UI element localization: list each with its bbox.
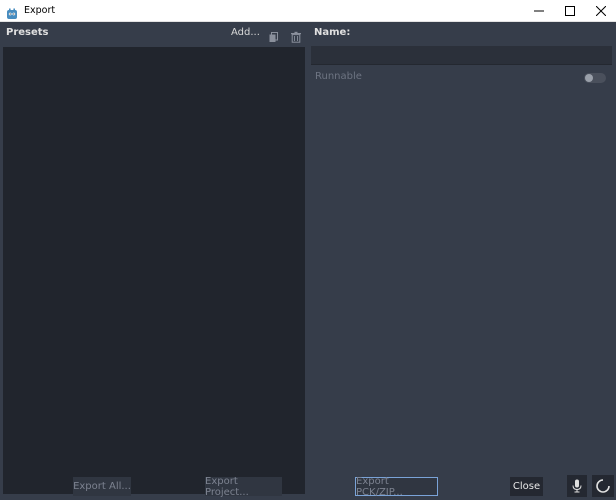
close-icon [595,6,606,16]
toggle-knob [585,74,593,82]
duplicate-icon[interactable] [268,28,280,42]
maximize-icon [564,6,575,16]
runnable-toggle[interactable] [584,73,606,83]
presets-list[interactable] [3,47,305,494]
minimize-icon [533,10,544,12]
export-all-button[interactable]: Export All... [73,477,131,496]
presets-label: Presets [6,27,49,38]
window-controls [523,0,616,22]
window-title: Export [24,5,56,16]
export-project-button[interactable]: Export Project... [205,476,282,498]
add-preset-button[interactable]: Add... [231,27,260,38]
microphone-icon [572,479,582,493]
refresh-icon [596,479,610,493]
refresh-button[interactable] [592,475,614,497]
export-dialog-body: Presets Add... Name: Runnable Export All… [0,22,616,500]
trash-icon[interactable] [290,28,302,43]
close-dialog-button[interactable]: Close [510,477,543,496]
maximize-button[interactable] [554,0,585,22]
export-pck-button[interactable]: Export PCK/ZIP... [355,476,438,498]
close-button[interactable] [585,0,616,22]
godot-app-icon [6,5,18,19]
window-titlebar[interactable]: Export [0,0,616,22]
runnable-label: Runnable [315,71,362,82]
microphone-button[interactable] [567,475,587,497]
name-label: Name: [314,27,351,38]
minimize-button[interactable] [523,0,554,22]
name-input[interactable] [311,46,612,65]
